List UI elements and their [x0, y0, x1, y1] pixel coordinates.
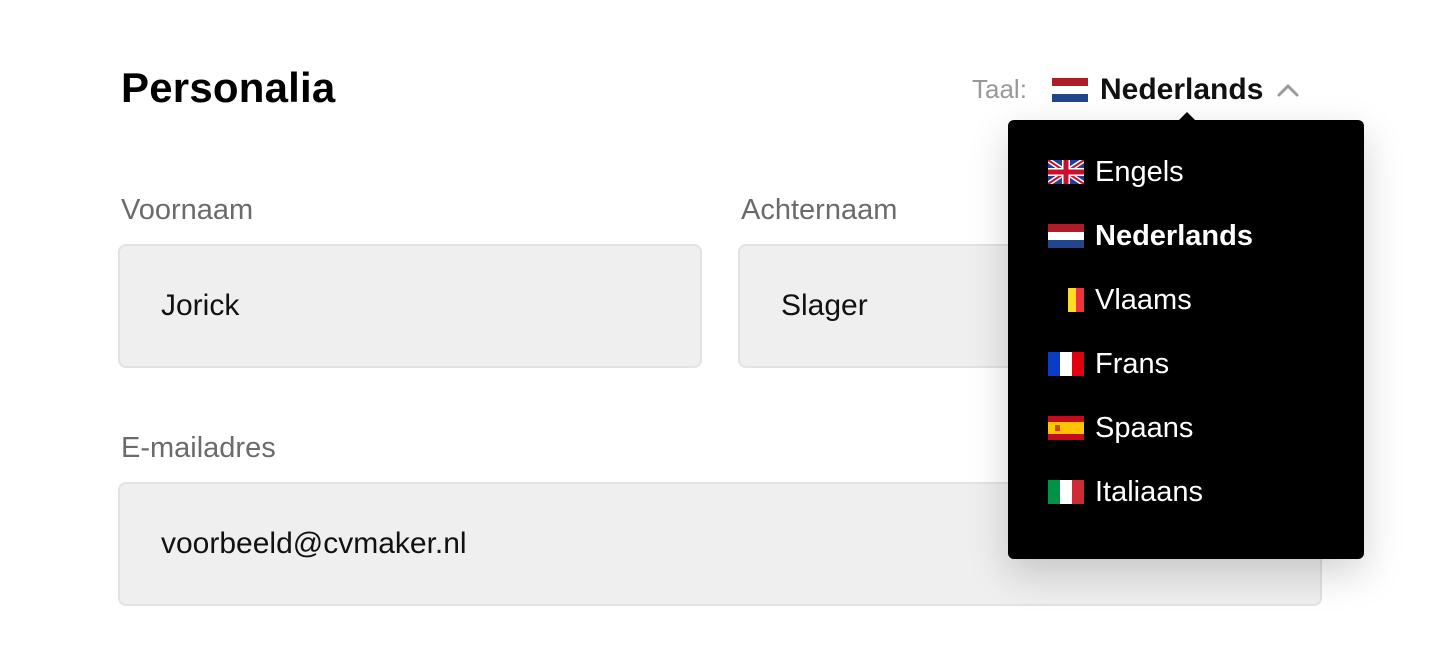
language-option-vlaams[interactable]: Vlaams: [1048, 280, 1192, 320]
language-option-label: Engels: [1095, 155, 1184, 188]
language-option-italiaans[interactable]: Italiaans: [1048, 472, 1203, 512]
last-name-label: Achternaam: [741, 194, 898, 226]
first-name-field[interactable]: Jorick: [118, 244, 702, 368]
language-dropdown-menu: Engels Nederlands Vlaams Frans Spaans It…: [1008, 112, 1364, 559]
chevron-up-icon: [1277, 83, 1299, 97]
spain-flag-icon: [1048, 416, 1084, 440]
uk-flag-icon: [1048, 160, 1084, 184]
language-option-nederlands[interactable]: Nederlands: [1048, 216, 1253, 256]
netherlands-flag-icon: [1052, 78, 1088, 102]
language-option-label: Spaans: [1095, 411, 1194, 444]
email-label: E-mailadres: [121, 432, 276, 464]
language-option-engels[interactable]: Engels: [1048, 152, 1184, 192]
language-current-value: Nederlands: [1100, 73, 1264, 106]
first-name-label: Voornaam: [121, 194, 254, 226]
language-option-label: Vlaams: [1095, 283, 1192, 316]
language-label: Taal:: [972, 74, 1027, 104]
language-option-frans[interactable]: Frans: [1048, 344, 1169, 384]
language-option-spaans[interactable]: Spaans: [1048, 408, 1193, 448]
language-option-label: Frans: [1095, 347, 1170, 380]
language-option-label: Italiaans: [1095, 475, 1204, 508]
france-flag-icon: [1048, 352, 1084, 376]
language-option-label: Nederlands: [1095, 219, 1253, 252]
section-title: Personalia: [121, 64, 336, 111]
italy-flag-icon: [1048, 480, 1084, 504]
belgium-flag-icon: [1048, 288, 1084, 312]
language-selector[interactable]: Nederlands: [1052, 70, 1299, 110]
netherlands-flag-icon: [1048, 224, 1084, 248]
